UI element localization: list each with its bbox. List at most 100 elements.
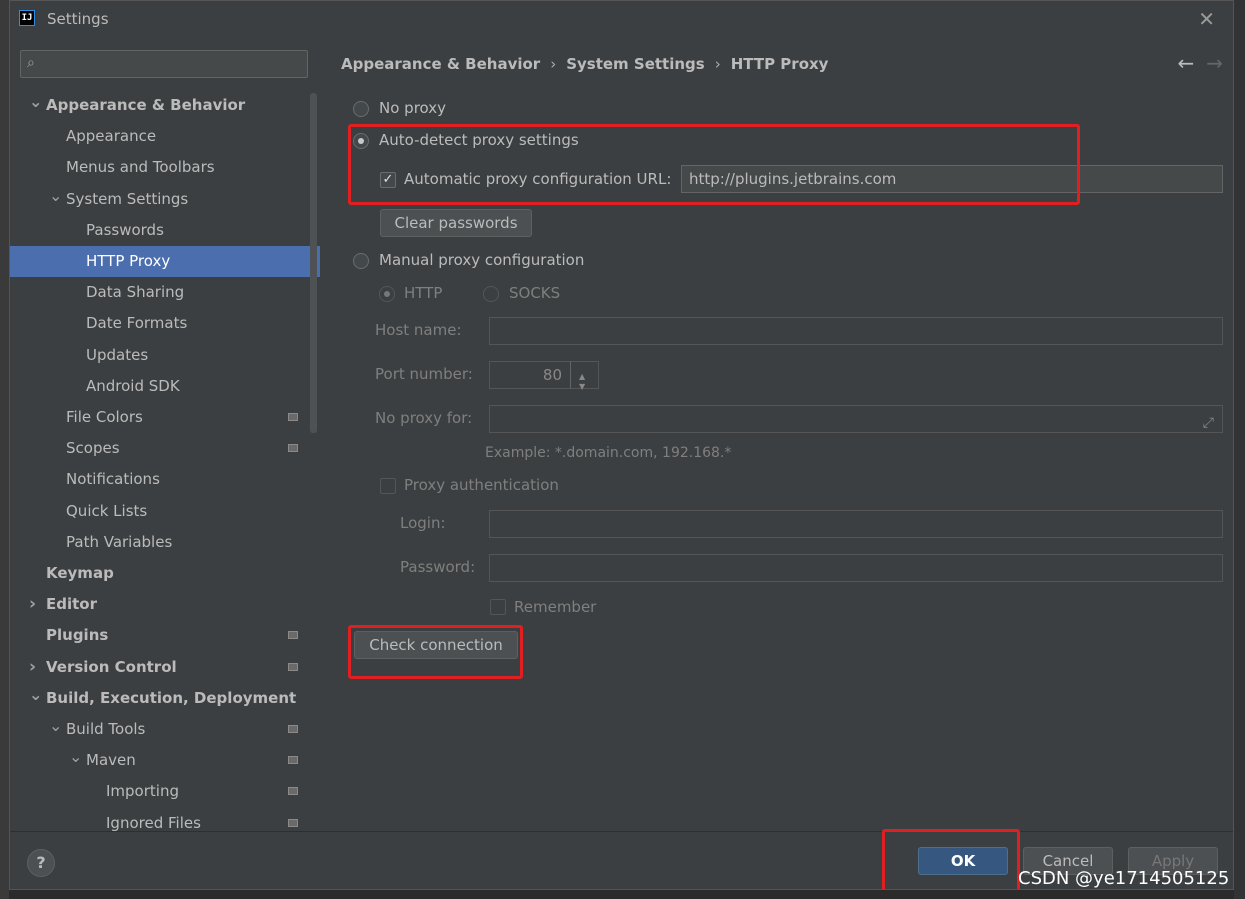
sidebar-scrollbar[interactable]: [310, 93, 317, 433]
chevron-right-icon: ›: [550, 55, 557, 73]
sidebar-item[interactable]: ⌄ Maven: [10, 745, 320, 776]
sidebar-item[interactable]: › Version Control: [10, 652, 320, 683]
sidebar-item[interactable]: Date Formats: [10, 308, 320, 339]
sidebar-item-label: Keymap: [46, 564, 114, 582]
back-arrow-icon[interactable]: ←: [1177, 51, 1194, 75]
background-ide-left: [0, 0, 9, 899]
chevron-down-icon[interactable]: ⌄: [49, 710, 62, 741]
login-input[interactable]: [489, 510, 1223, 538]
manual-proxy-radio[interactable]: [353, 253, 369, 269]
sidebar-item-label: Maven: [86, 751, 136, 769]
sidebar-item-label: Data Sharing: [86, 283, 185, 301]
spinner-down-icon[interactable]: ▼: [579, 374, 585, 400]
sidebar-item-label: Date Formats: [86, 314, 188, 332]
chevron-right-icon: ›: [714, 55, 721, 73]
no-proxy-example: Example: *.domain.com, 192.168.*: [485, 445, 732, 461]
login-label: Login:: [400, 514, 446, 532]
sidebar-item[interactable]: Importing: [10, 776, 320, 807]
sidebar-item[interactable]: Data Sharing: [10, 277, 320, 308]
project-level-icon: [288, 444, 298, 452]
remember-checkbox[interactable]: [490, 599, 506, 615]
auto-detect-label[interactable]: Auto-detect proxy settings: [379, 131, 579, 149]
http-radio[interactable]: [379, 286, 395, 302]
forward-arrow-icon[interactable]: →: [1206, 51, 1223, 75]
sidebar-item[interactable]: › Editor: [10, 589, 320, 620]
watermark: CSDN @ye1714505125: [1018, 868, 1230, 889]
sidebar-item-label: Passwords: [86, 221, 164, 239]
sidebar-item[interactable]: Passwords: [10, 215, 320, 246]
breadcrumb: Appearance & Behavior › System Settings › HT…: [341, 55, 828, 73]
sidebar-item[interactable]: ⌄ System Settings: [10, 184, 320, 215]
password-input[interactable]: [489, 554, 1223, 582]
proxy-auth-label[interactable]: Proxy authentication: [404, 476, 559, 494]
sidebar-item[interactable]: HTTP Proxy: [10, 246, 320, 277]
sidebar-item-label: File Colors: [66, 408, 143, 426]
sidebar-item[interactable]: Keymap: [10, 558, 320, 589]
no-proxy-for-label: No proxy for:: [375, 409, 473, 427]
sidebar-item[interactable]: Menus and Toolbars: [10, 152, 320, 183]
settings-search-input[interactable]: ⌕: [20, 50, 308, 78]
sidebar-item[interactable]: Android SDK: [10, 371, 320, 402]
sidebar-item-label: Appearance & Behavior: [46, 96, 246, 114]
sidebar-item[interactable]: ⌄ Appearance & Behavior: [10, 90, 320, 121]
sidebar-item-label: Scopes: [66, 439, 120, 457]
ok-button[interactable]: OK: [918, 847, 1008, 875]
background-ide-right: [1234, 0, 1245, 899]
breadcrumb-item[interactable]: Appearance & Behavior: [341, 55, 540, 73]
remember-label[interactable]: Remember: [514, 598, 596, 616]
project-level-icon: [288, 787, 298, 795]
http-proxy-panel: Appearance & Behavior › System Settings › HT…: [320, 37, 1233, 831]
port-spinner[interactable]: ▲ ▼: [570, 361, 598, 391]
sidebar-item[interactable]: ⌄ Build Tools: [10, 714, 320, 745]
project-level-icon: [288, 756, 298, 764]
no-proxy-for-input[interactable]: ⤢: [489, 405, 1223, 433]
help-button[interactable]: ?: [27, 849, 55, 877]
no-proxy-radio[interactable]: [353, 101, 369, 117]
socks-radio[interactable]: [483, 286, 499, 302]
chevron-right-icon[interactable]: ›: [29, 589, 36, 620]
project-level-icon: [288, 725, 298, 733]
sidebar-item-label: HTTP Proxy: [86, 252, 171, 270]
title-bar: IJ Settings ✕: [10, 1, 1233, 38]
auto-config-url-checkbox[interactable]: ✓: [380, 172, 396, 188]
chevron-down-icon[interactable]: ⌄: [69, 741, 82, 772]
clear-passwords-button[interactable]: Clear passwords: [380, 209, 532, 237]
project-level-icon: [288, 413, 298, 421]
sidebar-item[interactable]: File Colors: [10, 402, 320, 433]
port-number-label: Port number:: [375, 365, 473, 383]
sidebar-item[interactable]: Plugins: [10, 620, 320, 651]
port-number-value: 80: [542, 366, 562, 384]
sidebar-item[interactable]: Notifications: [10, 464, 320, 495]
breadcrumb-item[interactable]: System Settings: [566, 55, 705, 73]
sidebar-item-label: Build, Execution, Deployment: [46, 689, 297, 707]
sidebar-item-label: Android SDK: [86, 377, 180, 395]
chevron-down-icon[interactable]: ⌄: [29, 86, 42, 117]
host-name-input[interactable]: [489, 317, 1223, 345]
port-number-input[interactable]: 80 ▲ ▼: [489, 361, 599, 391]
sidebar-item-label: Path Variables: [66, 533, 173, 551]
http-label[interactable]: HTTP: [404, 284, 442, 302]
sidebar-item-label: Notifications: [66, 470, 160, 488]
sidebar-item-label: Editor: [46, 595, 97, 613]
sidebar-item[interactable]: Path Variables: [10, 527, 320, 558]
auto-detect-radio[interactable]: [353, 133, 369, 149]
sidebar-item[interactable]: Scopes: [10, 433, 320, 464]
manual-proxy-label[interactable]: Manual proxy configuration: [379, 251, 584, 269]
chevron-down-icon[interactable]: ⌄: [29, 679, 42, 710]
settings-sidebar: ⌕ ⌄ Appearance & Behavior Appearance Menus …: [10, 37, 320, 831]
chevron-down-icon[interactable]: ⌄: [49, 180, 62, 211]
no-proxy-label[interactable]: No proxy: [379, 99, 446, 117]
auto-config-url-input[interactable]: http://plugins.jetbrains.com: [681, 165, 1223, 193]
sidebar-item[interactable]: Updates: [10, 340, 320, 371]
socks-label[interactable]: SOCKS: [509, 284, 560, 302]
check-connection-button[interactable]: Check connection: [354, 631, 518, 659]
sidebar-item[interactable]: Ignored Files: [10, 808, 320, 831]
sidebar-item[interactable]: Quick Lists: [10, 496, 320, 527]
sidebar-item-label: Quick Lists: [66, 502, 148, 520]
sidebar-item-label: Ignored Files: [106, 814, 201, 831]
proxy-auth-checkbox[interactable]: [380, 478, 396, 494]
expand-icon[interactable]: ⤢: [1203, 410, 1214, 436]
sidebar-item-label: Version Control: [46, 658, 177, 676]
close-icon[interactable]: ✕: [1198, 7, 1215, 31]
sidebar-item[interactable]: Appearance: [10, 121, 320, 152]
